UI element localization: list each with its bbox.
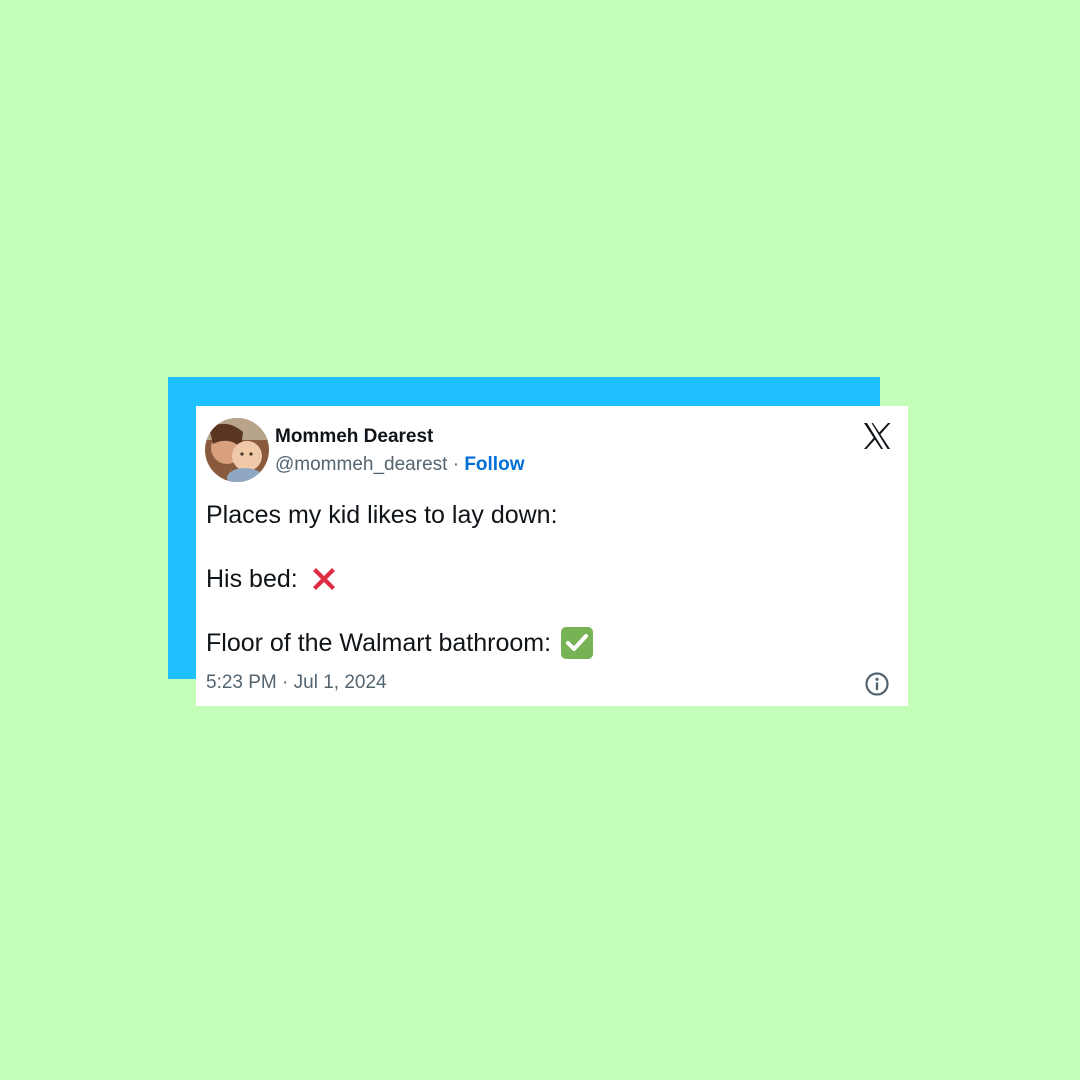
x-logo-icon[interactable] [862,421,892,451]
tweet-timestamp[interactable]: 5:23 PM · Jul 1, 2024 [206,672,387,694]
tweet-text: Places my kid likes to lay down: [206,501,558,529]
info-icon[interactable] [864,671,890,697]
tweet-text: Floor of the Walmart bathroom: [206,628,552,657]
tweet-card: Mommeh Dearest @mommeh_dearest · Follow … [196,406,908,706]
avatar[interactable] [205,418,269,482]
author-handle[interactable]: @mommeh_dearest [275,454,447,475]
check-mark-button-icon [561,627,594,659]
separator-dot: · [447,454,465,475]
tweet-text: His bed: [206,564,298,593]
author-display-name[interactable]: Mommeh Dearest [275,426,433,448]
tweet-text-line-2: His bed: [206,563,340,595]
cross-mark-icon [308,563,340,595]
tweet-text-line-3: Floor of the Walmart bathroom: [206,627,594,659]
tweet-text-line-1: Places my kid likes to lay down: [206,501,558,530]
author-handle-line: @mommeh_dearest · Follow [275,454,524,476]
follow-button[interactable]: Follow [464,454,524,475]
